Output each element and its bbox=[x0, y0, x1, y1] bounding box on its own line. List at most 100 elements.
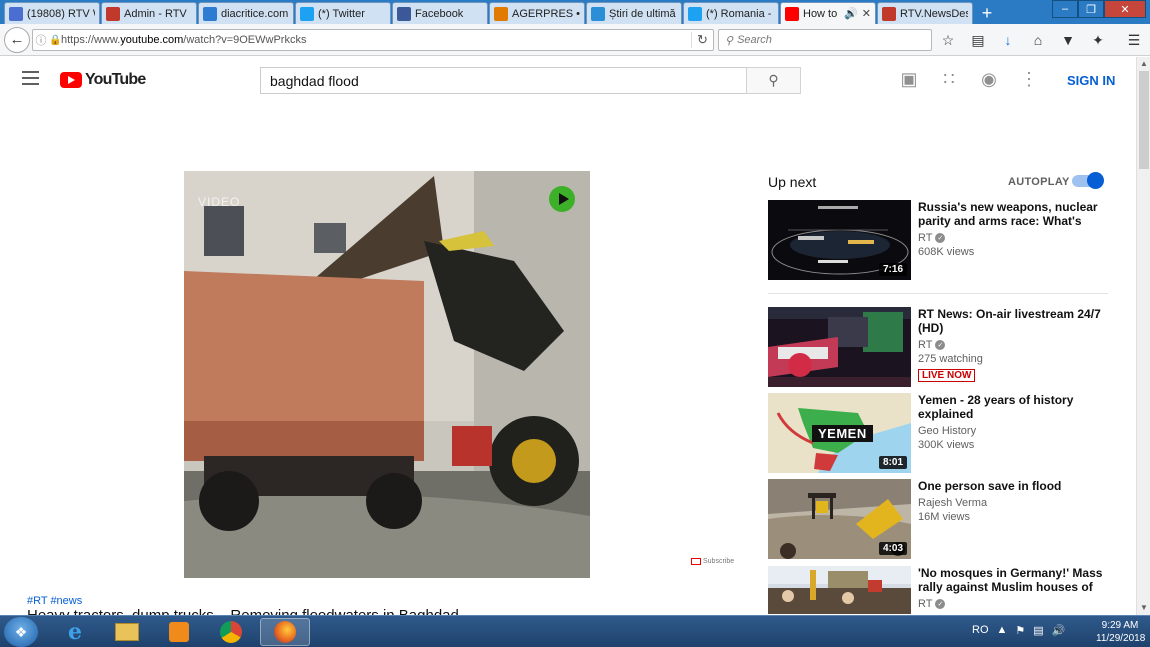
upload-video-icon[interactable]: ▣ bbox=[898, 69, 920, 90]
browser-tab[interactable]: Știri de ultimă bbox=[586, 2, 682, 24]
video-title[interactable]: 'No mosques in Germany!' Mass rally agai… bbox=[918, 566, 1108, 594]
browser-nav-bar: ← ⓘ 🔒 https://www.youtube.com/watch?v=9O… bbox=[0, 24, 1150, 56]
browser-tab[interactable]: (*) Twitter bbox=[295, 2, 391, 24]
video-hashtags[interactable]: #RT #news bbox=[27, 595, 82, 607]
internet-explorer-icon[interactable]: e bbox=[50, 618, 100, 646]
browser-tab-strip: (19808) RTV W Admin - RTV diacritice.com (*… bbox=[0, 0, 1150, 24]
firefox-icon[interactable] bbox=[260, 618, 310, 646]
browser-tab[interactable]: RTV.NewsDesk bbox=[877, 2, 973, 24]
language-indicator[interactable]: RO bbox=[972, 624, 989, 637]
browser-tab[interactable]: (*) Romania - bbox=[683, 2, 779, 24]
up-next-item[interactable]: RT News: On-air livestream 24/7 (HD) RT ✓… bbox=[768, 307, 1108, 387]
channel-name[interactable]: RT bbox=[918, 598, 932, 610]
video-thumbnail[interactable] bbox=[768, 307, 911, 387]
video-player[interactable]: VIDEO bbox=[184, 171, 590, 578]
video-title[interactable]: RT News: On-air livestream 24/7 (HD) bbox=[918, 307, 1108, 335]
system-clock[interactable]: 9:29 AM 11/29/2018 bbox=[1096, 619, 1145, 645]
video-thumbnail[interactable]: 7:16 bbox=[768, 200, 911, 280]
browser-tab[interactable]: Facebook bbox=[392, 2, 488, 24]
restore-button[interactable]: ❐ bbox=[1078, 0, 1104, 18]
start-button[interactable]: ❖ bbox=[4, 617, 38, 647]
home-icon[interactable]: ⌂ bbox=[1026, 28, 1050, 52]
browser-tab[interactable]: Admin - RTV bbox=[101, 2, 197, 24]
window-close-button[interactable]: ✕ bbox=[1104, 0, 1146, 18]
show-hidden-icons-icon[interactable]: ▲ bbox=[997, 624, 1008, 637]
up-next-item[interactable]: YEMEN 8:01 Yemen - 28 years of history e… bbox=[768, 393, 1108, 473]
tab-agerpres-icon bbox=[494, 6, 508, 21]
bookmarks-library-icon[interactable]: ▤ bbox=[966, 28, 990, 52]
video-thumbnail[interactable]: YEMEN 8:01 bbox=[768, 393, 911, 473]
video-duration: 7:16 bbox=[878, 263, 907, 276]
autoplay-toggle[interactable] bbox=[1072, 172, 1104, 189]
address-bar[interactable]: ⓘ 🔒 https://www.youtube.com/watch?v=9OEW… bbox=[32, 29, 714, 51]
autoplay-label: AUTOPLAY bbox=[1008, 176, 1070, 188]
up-next-item[interactable]: 4:03 One person save in flood Rajesh Ver… bbox=[768, 479, 1108, 559]
url-text: https://www.youtube.com/watch?v=9OEWwPrk… bbox=[61, 34, 307, 46]
video-play-badge-icon[interactable] bbox=[549, 186, 575, 212]
channel-name[interactable]: RT bbox=[918, 232, 932, 244]
browser-tab[interactable]: (19808) RTV W bbox=[4, 2, 100, 24]
tab-audio-icon[interactable]: 🔊 bbox=[844, 7, 858, 20]
guide-menu-icon[interactable] bbox=[22, 71, 39, 85]
minimize-button[interactable]: – bbox=[1052, 0, 1078, 18]
tab-title: (19808) RTV W bbox=[27, 7, 95, 20]
back-button[interactable]: ← bbox=[4, 26, 30, 53]
tab-title: RTV.NewsDesk bbox=[900, 7, 968, 20]
up-next-item[interactable]: 'No mosques in Germany!' Mass rally agai… bbox=[768, 566, 1108, 614]
scroll-down-arrow-icon[interactable]: ▼ bbox=[1139, 603, 1149, 613]
tab-close-icon[interactable]: ✕ bbox=[862, 7, 871, 20]
network-icon[interactable]: ▤ bbox=[1033, 624, 1043, 637]
page-scrollbar[interactable]: ▲ ▼ bbox=[1136, 57, 1150, 615]
browser-tab[interactable]: AGERPRES • A bbox=[489, 2, 585, 24]
youtube-logo[interactable]: YouTube bbox=[60, 71, 146, 89]
video-thumbnail[interactable] bbox=[768, 566, 911, 614]
file-explorer-icon[interactable] bbox=[102, 618, 152, 646]
verified-check-icon: ✓ bbox=[935, 340, 946, 350]
verified-check-icon: ✓ bbox=[935, 233, 946, 243]
video-title[interactable]: One person save in flood bbox=[918, 479, 1108, 493]
tab-title: diacritice.com bbox=[221, 7, 289, 20]
media-player-icon[interactable] bbox=[154, 618, 204, 646]
new-tab-button[interactable]: + bbox=[974, 2, 1000, 24]
scroll-up-arrow-icon[interactable]: ▲ bbox=[1139, 59, 1149, 69]
browser-tab[interactable]: diacritice.com bbox=[198, 2, 294, 24]
pocket-icon[interactable]: ▼ bbox=[1056, 28, 1080, 52]
bookmark-star-icon[interactable]: ☆ bbox=[936, 28, 960, 52]
channel-name[interactable]: Geo History bbox=[918, 425, 976, 437]
tab-title: (*) Twitter bbox=[318, 7, 365, 20]
flag-icon[interactable]: ⚑ bbox=[1015, 624, 1025, 637]
toolbar-icons: ☆ ▤ ↓ ⌂ ▼ ✦ ☰ bbox=[936, 28, 1146, 52]
messages-icon[interactable]: ◉ bbox=[978, 69, 1000, 90]
reload-icon[interactable]: ↻ bbox=[691, 32, 713, 48]
up-next-item[interactable]: 7:16 Russia's new weapons, nuclear parit… bbox=[768, 200, 1108, 280]
video-title[interactable]: Russia's new weapons, nuclear parity and… bbox=[918, 200, 1108, 228]
youtube-header: YouTube ⚲ ▣ ∷ ◉ ⋮ SIGN IN bbox=[0, 57, 1136, 103]
scrollbar-thumb[interactable] bbox=[1139, 71, 1149, 169]
windows-taskbar: ❖ e RO ▲ ⚑ ▤ 🔊 9:29 AM 11/29/2018 bbox=[0, 615, 1150, 647]
extension-icon[interactable]: ✦ bbox=[1086, 28, 1110, 52]
tab-title: How to bbox=[803, 7, 838, 20]
search-icon: ⚲ bbox=[768, 72, 779, 88]
video-thumbnail[interactable]: 4:03 bbox=[768, 479, 911, 559]
verified-check-icon: ✓ bbox=[935, 599, 946, 609]
video-frame bbox=[184, 171, 590, 578]
video-duration: 4:03 bbox=[878, 542, 907, 555]
apps-grid-icon[interactable]: ∷ bbox=[938, 69, 960, 90]
download-icon[interactable]: ↓ bbox=[996, 28, 1020, 52]
sign-in-button[interactable]: SIGN IN bbox=[1067, 73, 1115, 88]
volume-icon[interactable]: 🔊 bbox=[1052, 624, 1066, 637]
youtube-search-button[interactable]: ⚲ bbox=[746, 67, 801, 94]
video-title[interactable]: Yemen - 28 years of history explained bbox=[918, 393, 1108, 421]
menu-icon[interactable]: ☰ bbox=[1122, 28, 1146, 52]
channel-name[interactable]: RT bbox=[918, 339, 932, 351]
browser-tab[interactable]: How to 🔊 ✕ bbox=[780, 2, 876, 24]
youtube-search-input[interactable] bbox=[260, 67, 747, 94]
back-arrow-icon: ← bbox=[9, 31, 25, 48]
chrome-icon[interactable] bbox=[206, 618, 256, 646]
more-options-icon[interactable]: ⋮ bbox=[1018, 69, 1040, 90]
window-controls: – ❐ ✕ bbox=[1052, 0, 1146, 18]
channel-name[interactable]: Rajesh Verma bbox=[918, 497, 987, 509]
subscribe-overlay[interactable]: Subscribe bbox=[691, 558, 734, 565]
system-tray: RO ▲ ⚑ ▤ 🔊 bbox=[972, 624, 1065, 637]
browser-search-box[interactable]: ⚲ Search bbox=[718, 29, 932, 51]
